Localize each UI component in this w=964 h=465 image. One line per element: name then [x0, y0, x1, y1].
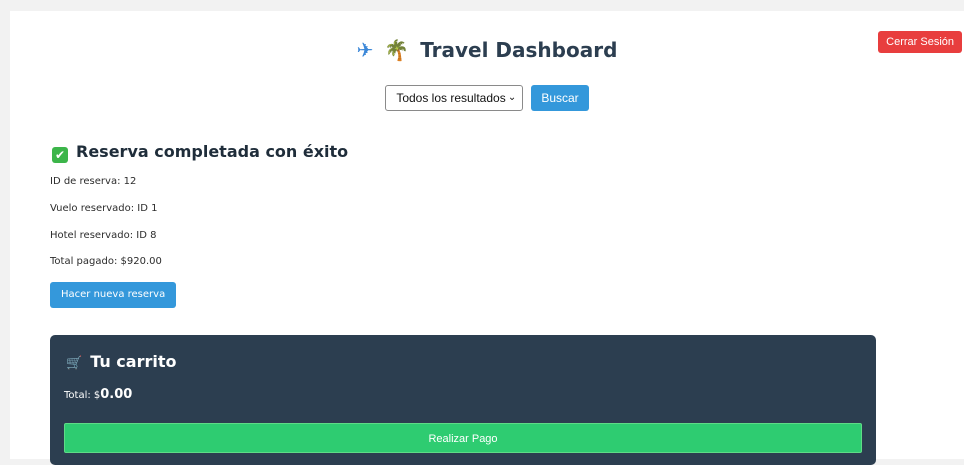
cart-title-text: Tu carrito: [90, 352, 177, 371]
page: Cerrar Sesión ✈ 🌴 Travel Dashboard Todos…: [10, 11, 964, 465]
cart-total-amount: 0.00: [100, 387, 133, 402]
check-icon: ✔: [52, 147, 68, 163]
new-reservation-button[interactable]: Hacer nueva reserva: [50, 282, 177, 308]
reserved-flight: Vuelo reservado: ID 1: [50, 203, 158, 214]
reservation-id: ID de reserva: 12: [50, 176, 137, 187]
reservation-success-heading: ✔ Reserva completada con éxito: [52, 141, 348, 163]
total-paid: Total pagado: $920.00: [50, 256, 162, 267]
pay-button[interactable]: Realizar Pago: [64, 423, 862, 453]
results-filter-select[interactable]: Todos los resultados ⌄: [385, 85, 524, 111]
cart-panel: 🛒 Tu carrito Total: $0.00 Realizar Pago: [50, 335, 876, 465]
search-bar: Todos los resultados ⌄ Buscar: [10, 85, 964, 111]
cart-total-label: Total: $: [64, 390, 101, 401]
palm-tree-icon: 🌴: [384, 38, 410, 62]
cart-icon: 🛒: [66, 356, 83, 371]
reserved-hotel: Hotel reservado: ID 8: [50, 230, 157, 241]
plane-icon: ✈: [356, 38, 374, 62]
page-title-text: Travel Dashboard: [420, 38, 618, 62]
cart-title: 🛒 Tu carrito: [66, 351, 177, 375]
chevron-down-icon: ⌄: [507, 92, 517, 103]
cart-total: Total: $0.00: [64, 387, 132, 404]
reservation-success-text: Reserva completada con éxito: [76, 142, 349, 161]
results-filter-value: Todos los resultados: [396, 91, 506, 105]
page-title: ✈ 🌴 Travel Dashboard: [10, 35, 964, 65]
search-button[interactable]: Buscar: [531, 85, 589, 111]
